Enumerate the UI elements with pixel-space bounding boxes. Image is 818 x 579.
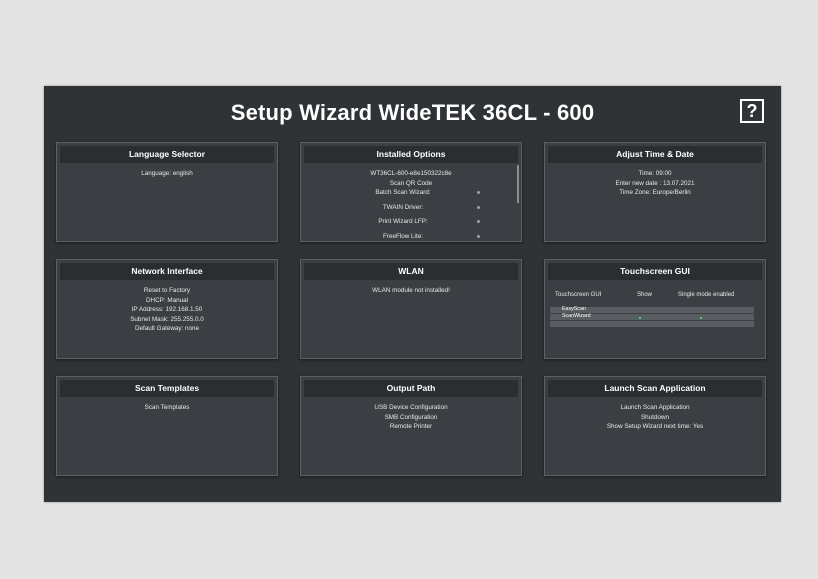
panel-body: WT36CL-600-e8e150322c8e Scan QR Code	[305, 169, 517, 188]
ip-address-value: IP Address: 192.168.1.50	[131, 306, 203, 313]
row-label: ScanWizard	[562, 313, 591, 319]
launch-scan-application-link[interactable]: Launch Scan Application	[549, 403, 761, 413]
column-header: Show	[637, 292, 653, 298]
reset-to-factory-link[interactable]: Reset to Factory	[61, 286, 273, 296]
list-item: TWAIN Driver:	[311, 204, 511, 219]
table-row	[550, 321, 754, 327]
panel-title: Launch Scan Application	[548, 380, 762, 397]
scan-templates-link[interactable]: Scan Templates	[61, 403, 273, 413]
scan-templates-panel[interactable]: Scan Templates Scan Templates	[56, 376, 278, 476]
panel-body: USB Device Configuration SMB Configurati…	[305, 403, 517, 432]
network-interface-panel[interactable]: Network Interface Reset to Factory DHCP:…	[56, 259, 278, 359]
option-label: Print Wizard LFP:	[378, 218, 428, 225]
scan-qr-code-link[interactable]: Scan QR Code	[305, 179, 517, 189]
option-label: Batch Scan Wizard:	[375, 189, 431, 196]
panel-title: Network Interface	[60, 263, 274, 280]
panel-body: Time: 09:00 Enter new date : 13.07.2021 …	[549, 169, 761, 198]
timezone-value: Time Zone: Europe/Berlin	[619, 189, 691, 196]
default-gateway-value: Default Gateway: none	[134, 325, 200, 332]
device-serial: WT36CL-600-e8e150322c8e	[370, 170, 452, 177]
panel-body: Launch Scan Application Shutdown Show Se…	[549, 403, 761, 432]
panel-body: WLAN module not installed!	[305, 286, 517, 296]
time-value: Time: 09:00	[638, 170, 672, 177]
panel-title: Touchscreen GUI	[548, 263, 762, 280]
option-label: TWAIN Driver:	[382, 203, 424, 211]
output-path-panel[interactable]: Output Path USB Device Configuration SMB…	[300, 376, 522, 476]
panel-body: Reset to Factory DHCP: Manual IP Address…	[61, 286, 273, 334]
help-button[interactable]: ?	[740, 99, 764, 123]
column-header: Single mode enabled	[678, 292, 735, 298]
panel-title: Output Path	[304, 380, 518, 397]
wlan-status: WLAN module not installed!	[372, 287, 450, 294]
subnet-mask-value: Subnet Mask: 255.255.0.0	[130, 315, 204, 323]
setup-wizard-screen: Setup Wizard WideTEK 36CL - 600 ? Langua…	[44, 86, 781, 502]
panel-title: Installed Options	[304, 146, 518, 163]
panel-body: Language: english	[61, 169, 273, 179]
remote-printer-link[interactable]: Remote Printer	[305, 422, 517, 432]
installed-options-panel[interactable]: Installed Options WT36CL-600-e8e150322c8…	[300, 142, 522, 242]
status-dot-icon	[477, 205, 480, 209]
status-dot-icon	[477, 220, 480, 223]
usb-device-configuration-link[interactable]: USB Device Configuration	[305, 403, 517, 413]
list-item: Batch Scan Wizard:	[311, 189, 511, 204]
panel-title: Scan Templates	[60, 380, 274, 397]
status-dot-icon	[477, 191, 480, 194]
list-item: FreeFlow Lite:	[311, 233, 511, 248]
smb-configuration-link[interactable]: SMB Configuration	[305, 413, 517, 423]
page-title: Setup Wizard WideTEK 36CL - 600	[230, 100, 595, 125]
language-value: Language: english	[141, 170, 193, 177]
wlan-panel[interactable]: WLAN WLAN module not installed!	[300, 259, 522, 359]
row-label: EasyScan	[562, 306, 586, 312]
column-header: Touchscreen GUI	[555, 292, 602, 298]
panel-title: Adjust Time & Date	[548, 146, 762, 163]
date-value: Enter new date : 13.07.2021	[615, 179, 695, 187]
dhcp-value: DHCP: Manual	[146, 296, 188, 304]
list-item: Print Wizard LFP:	[311, 218, 511, 233]
shutdown-link[interactable]: Shutdown	[549, 413, 761, 423]
option-label: FreeFlow Lite:	[383, 232, 423, 240]
launch-scan-application-panel[interactable]: Launch Scan Application Launch Scan Appl…	[544, 376, 766, 476]
language-selector-panel[interactable]: Language Selector Language: english	[56, 142, 278, 242]
show-check-icon[interactable]	[639, 317, 641, 319]
panel-title: WLAN	[304, 263, 518, 280]
table-row[interactable]: ScanWizard	[550, 313, 754, 320]
options-list: Batch Scan Wizard: TWAIN Driver: Print W…	[311, 189, 511, 247]
touchscreen-gui-panel[interactable]: Touchscreen GUI Touchscreen GUI Show Sin…	[544, 259, 766, 359]
panel-title: Language Selector	[60, 146, 274, 163]
status-dot-icon	[477, 234, 480, 238]
single-mode-check-icon[interactable]	[700, 317, 702, 319]
panel-body: Scan Templates	[61, 403, 273, 413]
adjust-time-date-panel[interactable]: Adjust Time & Date Time: 09:00 Enter new…	[544, 142, 766, 242]
show-wizard-next-time-toggle[interactable]: Show Setup Wizard next time: Yes	[549, 422, 761, 432]
options-scrollbar[interactable]	[517, 165, 519, 203]
